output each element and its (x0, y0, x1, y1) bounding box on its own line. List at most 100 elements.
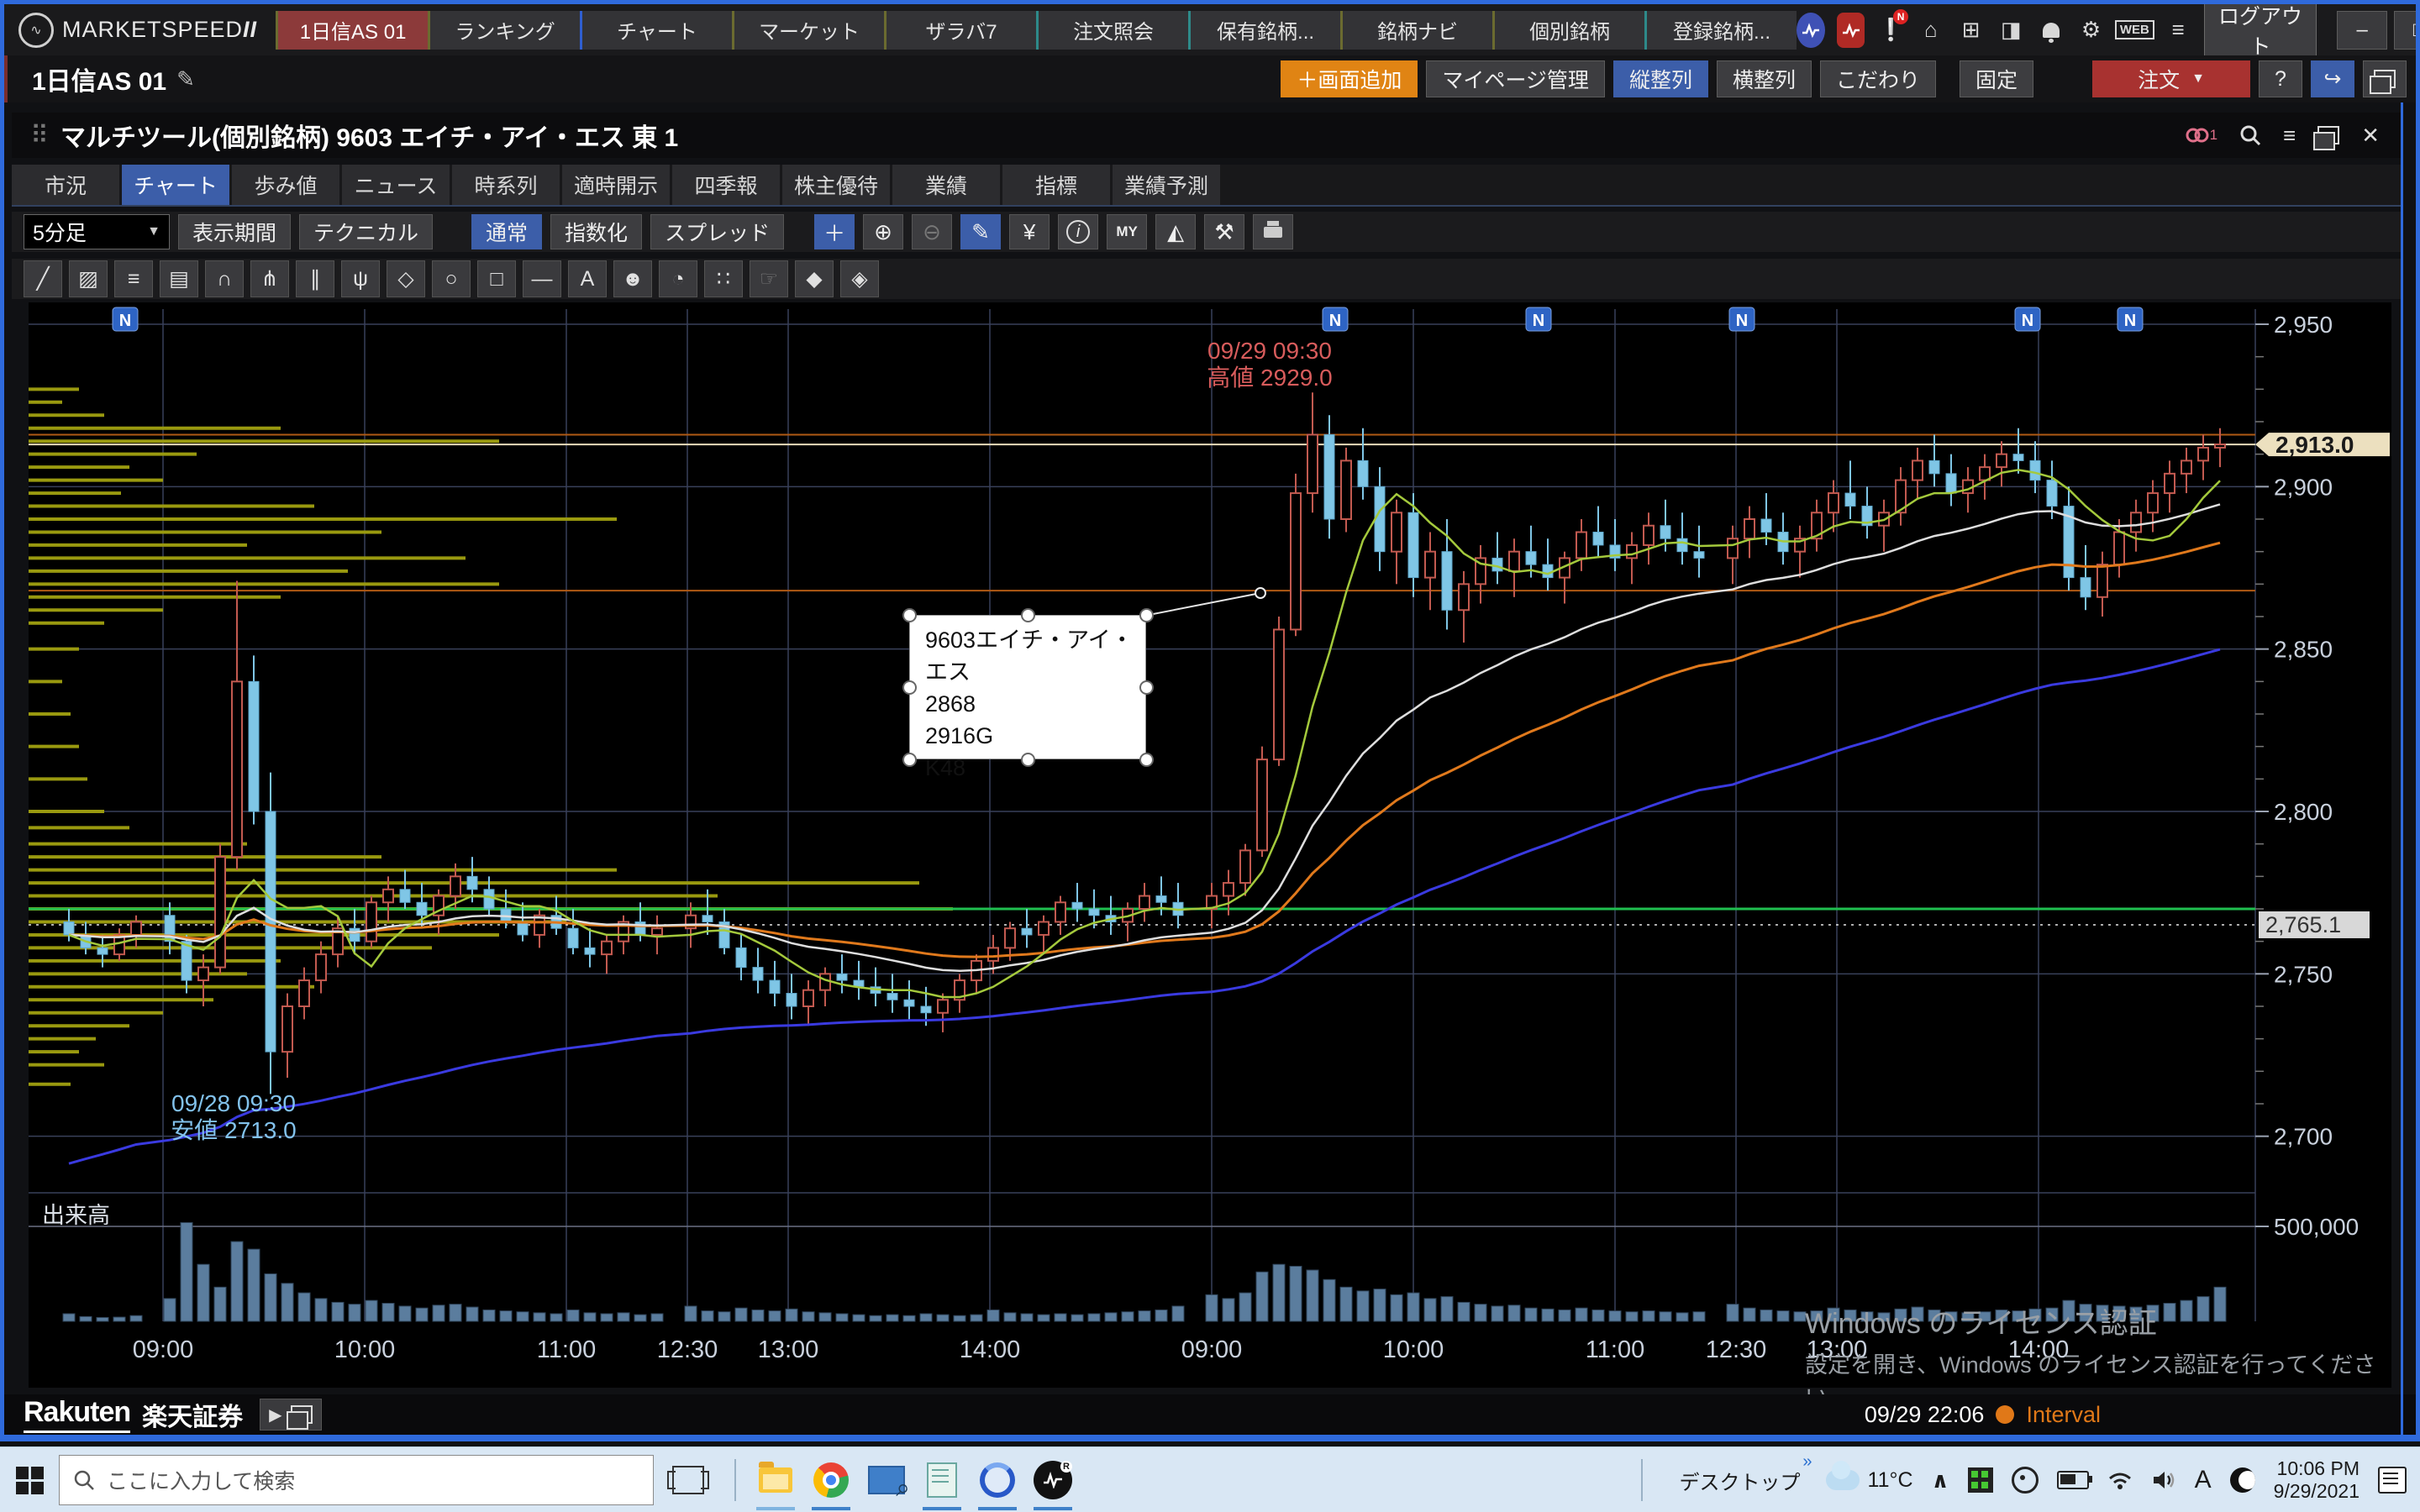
drawing-label-box[interactable]: 9603エイチ・アイ・エス 2868 2916G K48 (909, 615, 1146, 759)
crosshair-tool-button[interactable]: ＋ (814, 214, 855, 249)
hand-tool-icon[interactable]: ☞ (750, 260, 788, 297)
zoom-out-button[interactable]: ⊖ (912, 214, 952, 249)
taskbar-file-explorer[interactable] (748, 1450, 803, 1510)
eraser-icon[interactable]: ◆ (795, 260, 834, 297)
top-tab-7[interactable]: 銘柄ナビ (1340, 11, 1492, 50)
mypage-manage-button[interactable]: マイページ管理 (1426, 60, 1605, 97)
selection-handle[interactable] (1021, 753, 1035, 767)
cascade-windows-button[interactable] (2363, 60, 2407, 97)
taskbar-notepad[interactable] (914, 1450, 970, 1510)
speaker-icon[interactable] (2151, 1469, 2176, 1491)
taskbar-clock[interactable]: 10:06 PM9/29/2021 (2274, 1457, 2360, 1503)
content-tab-3[interactable]: ニュース (342, 165, 450, 205)
settings-wrench-button[interactable]: ⚒ (1204, 214, 1244, 249)
start-button[interactable] (0, 1447, 59, 1512)
taskbar-launcher[interactable] (970, 1450, 1025, 1510)
selection-handle[interactable] (902, 753, 917, 767)
web-icon[interactable]: WEB (2117, 13, 2152, 48)
copy-drawing-icon[interactable]: ∷ (704, 260, 743, 297)
fibonacci-arc-icon[interactable]: ∩ (205, 260, 244, 297)
text-label-icon[interactable]: A (568, 260, 607, 297)
content-tab-0[interactable]: 市況 (12, 165, 119, 205)
content-tab-8[interactable]: 業績 (892, 165, 1000, 205)
interval-dropdown[interactable]: 5分足▼ (24, 214, 170, 249)
ime-mode-indicator[interactable]: A (2195, 1466, 2212, 1494)
selection-handle[interactable] (902, 608, 917, 622)
time-cycle-icon[interactable]: ◔ (659, 260, 697, 297)
yen-scale-button[interactable]: ¥ (1009, 214, 1050, 249)
hline-3-icon[interactable]: ≡ (114, 260, 153, 297)
technical-button[interactable]: テクニカル (299, 214, 433, 249)
link-group-icon[interactable]: 1 (2185, 126, 2217, 144)
top-tab-6[interactable]: 保有銘柄... (1188, 11, 1340, 50)
content-tab-9[interactable]: 指標 (1002, 165, 1110, 205)
mode-normal-button[interactable]: 通常 (471, 214, 542, 249)
price-volume-chart[interactable]: 2,9502,9002,8502,8002,7502,700500,000NNN… (29, 302, 2391, 1388)
home-icon[interactable]: ⌂ (1917, 13, 1945, 48)
window-menu-icon[interactable]: ≡ (2283, 123, 2296, 149)
content-tab-6[interactable]: 四季報 (672, 165, 780, 205)
my-chart-button[interactable]: MY (1107, 214, 1147, 249)
selection-handle[interactable] (1021, 608, 1035, 622)
order-button[interactable]: 注文▼ (2092, 60, 2250, 97)
fan-line-icon[interactable]: ⋔ (250, 260, 289, 297)
mountain-chart-button[interactable]: ◭ (1155, 214, 1196, 249)
icon-stamp-icon[interactable]: ☻ (613, 260, 652, 297)
ellipse-icon[interactable]: ○ (432, 260, 471, 297)
task-view-icon[interactable] (672, 1466, 704, 1494)
top-tab-2[interactable]: チャート (580, 11, 732, 50)
panel-layout-icon[interactable]: ◨ (1996, 13, 2025, 48)
erase-all-icon[interactable]: ◈ (840, 260, 879, 297)
taskbar-search-input[interactable]: ここに入力して検索 (59, 1455, 654, 1505)
zoom-in-button[interactable]: ⊕ (863, 214, 903, 249)
help-button[interactable]: ? (2259, 60, 2302, 97)
top-tab-9[interactable]: 登録銘柄... (1644, 11, 1797, 50)
add-window-icon[interactable]: ⊞ (1957, 13, 1986, 48)
content-tab-4[interactable]: 時系列 (452, 165, 560, 205)
selection-handle[interactable] (1139, 680, 1154, 695)
rectangle-icon[interactable]: □ (477, 260, 516, 297)
taskbar-marketspeed[interactable]: R (1025, 1450, 1081, 1510)
content-tab-1[interactable]: チャート (122, 165, 229, 205)
parallel-line-icon[interactable]: ▨ (69, 260, 108, 297)
hline-4-icon[interactable]: ▤ (160, 260, 198, 297)
vline-icon[interactable]: ∥ (296, 260, 334, 297)
search-icon[interactable] (2239, 124, 2261, 146)
weather-widget[interactable]: 11°C (1826, 1468, 1913, 1493)
candle-app-icon[interactable] (1837, 13, 1865, 48)
edit-title-icon[interactable]: ✎ (176, 66, 195, 92)
kodawari-button[interactable]: こだわり (1820, 60, 1936, 97)
vertical-align-button[interactable]: 縦整列 (1613, 60, 1708, 97)
add-screen-button[interactable]: ＋画面追加 (1281, 60, 1418, 97)
content-tab-2[interactable]: 歩み値 (232, 165, 339, 205)
top-tab-0[interactable]: 1日信AS 01 (276, 11, 428, 50)
popout-window-icon[interactable] (2317, 126, 2339, 144)
minimize-button[interactable]: – (2337, 11, 2387, 50)
chart-area[interactable]: 2,9502,9002,8502,8002,7502,700500,000NNN… (29, 302, 2391, 1388)
bell-icon[interactable] (2037, 13, 2065, 48)
pitchfork-icon[interactable]: ψ (341, 260, 380, 297)
mode-spread-button[interactable]: スプレッド (650, 214, 784, 249)
hidden-icons-chevron[interactable]: ∧ (1932, 1467, 1949, 1494)
info-button[interactable]: i (1058, 214, 1098, 249)
pin-button[interactable]: 固定 (1960, 60, 2033, 97)
content-tab-7[interactable]: 株主優待 (782, 165, 890, 205)
selection-handle[interactable] (902, 680, 917, 695)
selection-handle[interactable] (1139, 753, 1154, 767)
draw-pencil-button[interactable]: ✎ (960, 214, 1001, 249)
camera-tray-icon[interactable] (2012, 1467, 2039, 1494)
taskbar-chrome[interactable] (803, 1450, 859, 1510)
pentagon-icon[interactable]: ◇ (387, 260, 425, 297)
display-period-button[interactable]: 表示期間 (178, 214, 291, 249)
top-tab-4[interactable]: ザラバ7 (884, 11, 1036, 50)
selection-handle[interactable] (1139, 608, 1154, 622)
segment-icon[interactable]: — (523, 260, 561, 297)
action-center-icon[interactable] (2378, 1467, 2407, 1494)
print-button[interactable] (1253, 214, 1293, 249)
close-window-icon[interactable]: ✕ (2361, 123, 2380, 149)
taskbar-snip-tool[interactable] (859, 1450, 914, 1510)
drag-grip-icon[interactable]: ⠿ (30, 121, 49, 150)
top-tab-3[interactable]: マーケット (732, 11, 884, 50)
content-tab-10[interactable]: 業績予測 (1113, 165, 1220, 205)
desktop-toolbar[interactable]: デスクトップ» (1673, 1466, 1807, 1495)
